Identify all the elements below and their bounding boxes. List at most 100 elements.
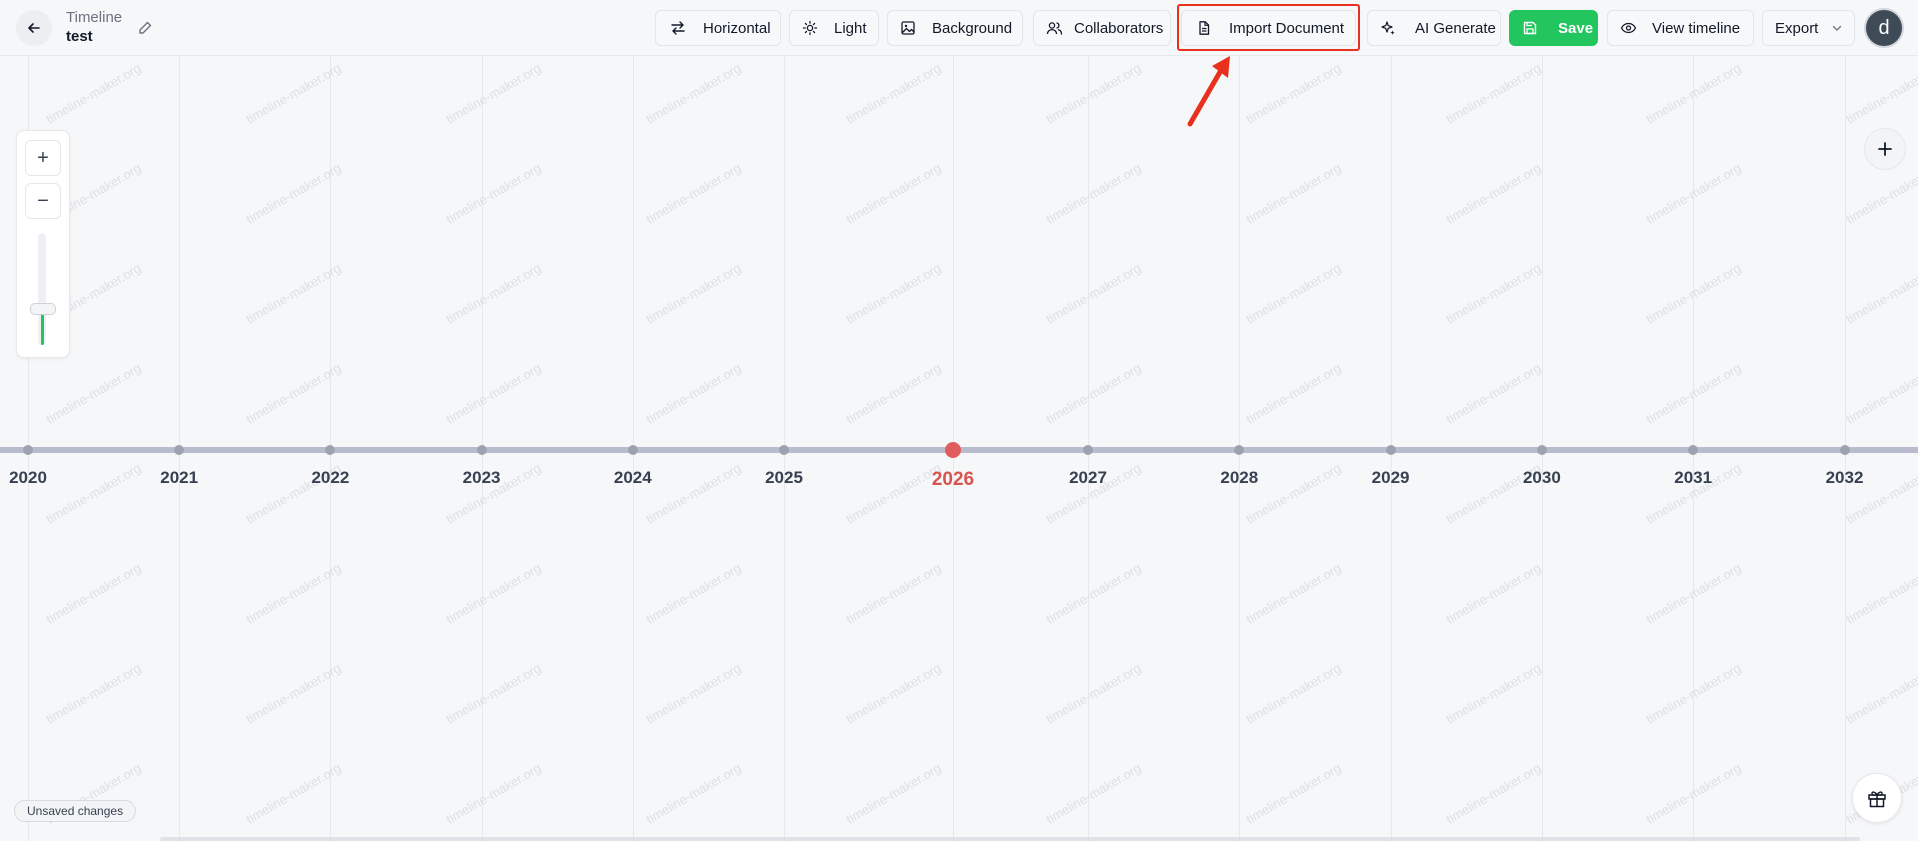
view-timeline-button[interactable]: View timeline [1607,10,1754,46]
plus-icon [1878,142,1892,156]
current-year-dot[interactable] [945,442,961,458]
watermark-text: timeline-maker.org [1243,160,1344,227]
zoom-slider-thumb[interactable] [30,303,56,315]
gift-icon [1868,791,1886,808]
timeline-canvas[interactable]: timeline-maker.org timeline-maker.org time… [0,56,1918,841]
watermark-text: timeline-maker.org [1043,360,1144,427]
year-dot[interactable] [325,445,336,455]
watermark-text: timeline-maker.org [43,660,144,727]
watermark-text: timeline-maker.org [243,260,344,327]
year-dot[interactable] [1688,445,1699,455]
arrow-left-icon [28,23,40,33]
year-label: 2029 [1371,468,1410,487]
watermark-text: timeline-maker.org [1243,660,1344,727]
watermark-text: timeline-maker.org [1443,60,1544,127]
eye-icon [1619,19,1637,37]
view-timeline-label: View timeline [1652,19,1741,37]
horizontal-scrollbar[interactable] [160,837,1860,841]
watermark-text: timeline-maker.org [443,60,544,127]
background-button[interactable]: Background [887,10,1023,46]
watermark-text: timeline-maker.org [1043,60,1144,127]
chevron-down-icon [1828,19,1846,37]
year-label: 2028 [1220,468,1259,487]
add-event-button[interactable] [1864,128,1906,170]
export-label: Export [1775,19,1819,37]
watermark-text: timeline-maker.org [643,660,744,727]
watermark-text: timeline-maker.org [1243,760,1344,827]
highlight-box [1177,4,1360,51]
unsaved-changes-badge: Unsaved changes [14,800,137,822]
save-button[interactable]: Save [1509,10,1598,46]
year-label: 2021 [160,468,199,487]
avatar[interactable]: d [1866,10,1902,46]
year-label: 2022 [311,468,350,487]
watermark-text: timeline-maker.org [843,60,944,127]
zoom-slider-fill [41,311,44,345]
watermark-text: timeline-maker.org [243,60,344,127]
current-year-label: 2026 [931,469,975,490]
watermark-text: timeline-maker.org [843,560,944,627]
timeline-title-block: Timeline test [66,9,122,47]
ai-generate-button[interactable]: AI Generate [1367,10,1501,46]
watermark-text: timeline-maker.org [1443,660,1544,727]
year-dot[interactable] [1385,445,1396,455]
year-dot[interactable] [23,445,33,455]
gift-button[interactable] [1852,773,1902,823]
year-dot[interactable] [779,445,789,455]
watermark-text: timeline-maker.org [1243,560,1344,627]
year-dot[interactable] [476,445,487,455]
ai-generate-label: AI Generate [1415,19,1496,37]
collaborators-button[interactable]: Collaborators [1033,10,1171,46]
zoom-out-button[interactable]: − [25,183,61,219]
watermark-text: timeline-maker.org [443,560,544,627]
year-label: 2030 [1522,468,1561,487]
export-button[interactable]: Export [1762,10,1855,46]
back-button[interactable] [16,10,52,46]
watermark-text: timeline-maker.org [443,160,544,227]
year-dot[interactable] [1234,445,1245,455]
users-icon [1045,19,1063,37]
save-label: Save [1558,19,1594,37]
watermark-text: timeline-maker.org [1443,160,1544,227]
watermark-text: timeline-maker.org [643,560,744,627]
background-label: Background [932,19,1013,37]
year-dot[interactable] [1536,445,1547,455]
watermark-text: timeline-maker.org [43,360,144,427]
orientation-button[interactable]: Horizontal [655,10,781,46]
watermark-text: timeline-maker.org [443,660,544,727]
theme-label: Light [834,19,867,37]
year-dot[interactable] [1083,445,1093,455]
orientation-label: Horizontal [703,19,771,37]
watermark-text: timeline-maker.org [843,760,944,827]
watermark-text: timeline-maker.org [1843,560,1918,627]
year-dot[interactable] [627,445,638,455]
year-label: 2031 [1674,468,1713,487]
watermark-text: timeline-maker.org [243,360,344,427]
zoom-in-button[interactable]: + [25,140,61,176]
sparkles-icon [1379,19,1397,37]
watermark-text: timeline-maker.org [43,60,144,127]
theme-button[interactable]: Light [789,10,879,46]
minus-icon: − [37,189,49,212]
watermark-text: timeline-maker.org [443,760,544,827]
plus-icon: + [37,146,49,169]
watermark-text: timeline-maker.org [643,760,744,827]
watermark-text: timeline-maker.org [1043,160,1144,227]
watermark-text: timeline-maker.org [843,160,944,227]
watermark-text: timeline-maker.org [843,360,944,427]
timeline-name[interactable]: test [66,27,122,47]
year-label: 2027 [1069,468,1107,487]
year-label: 2032 [1825,468,1864,487]
zoom-panel: + − [16,130,70,358]
watermark-text: timeline-maker.org [1243,60,1344,127]
title-label: Timeline [66,9,123,26]
watermark-text: timeline-maker.org [1443,760,1544,827]
watermark-text: timeline-maker.org [1843,660,1918,727]
year-dot[interactable] [1839,445,1850,455]
save-icon [1521,19,1539,37]
watermark-text: timeline-maker.org [1843,360,1918,427]
year-dot[interactable] [174,445,185,455]
watermark-text: timeline-maker.org [243,760,344,827]
watermark-text: timeline-maker.org [1043,260,1144,327]
pencil-icon[interactable] [137,20,153,36]
